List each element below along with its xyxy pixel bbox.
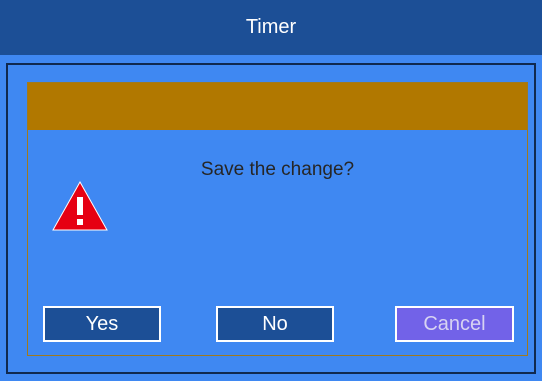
window-title: Timer xyxy=(245,16,297,38)
save-dialog: Save the change? Yes No Cancel xyxy=(27,82,528,356)
title-bar: Timer xyxy=(0,0,542,55)
warning-icon xyxy=(52,181,108,231)
no-button[interactable]: No xyxy=(216,306,334,342)
dialog-message: Save the change? xyxy=(200,159,355,180)
dialog-header-bar xyxy=(28,83,527,130)
cancel-button[interactable]: Cancel xyxy=(395,306,514,342)
yes-button[interactable]: Yes xyxy=(43,306,161,342)
timer-window: Timer Save the change? Yes No Cancel xyxy=(0,0,542,381)
